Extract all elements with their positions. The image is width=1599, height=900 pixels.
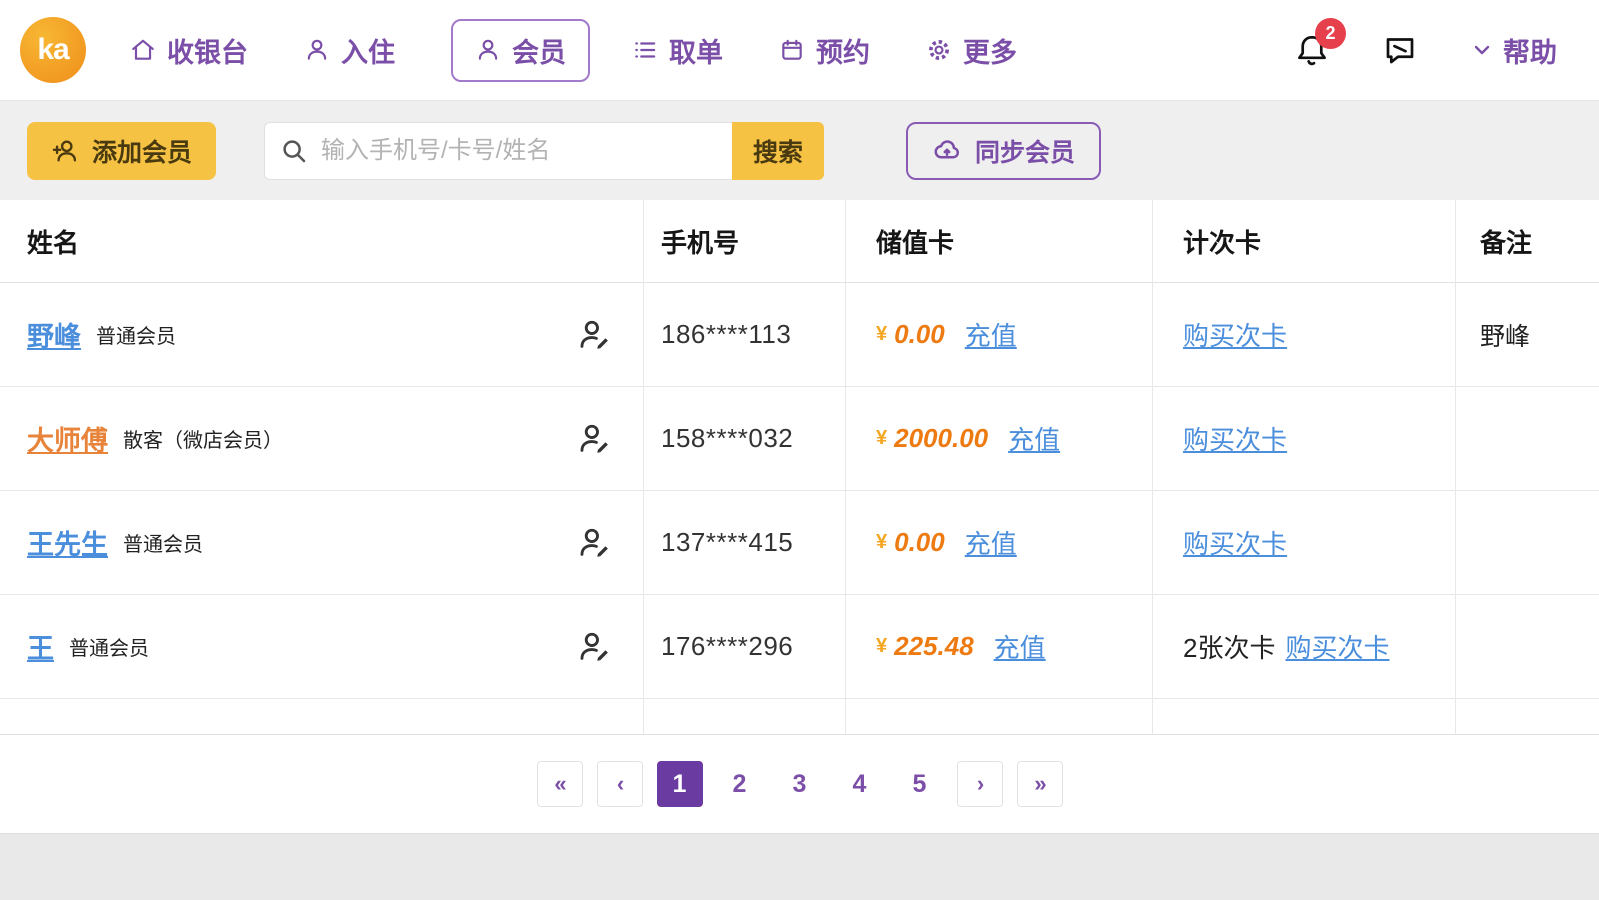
currency-symbol: ¥ xyxy=(876,323,888,345)
currency-symbol: ¥ xyxy=(876,635,888,657)
buy-times-card-link[interactable]: 购买次卡 xyxy=(1183,420,1287,457)
edit-member-icon[interactable] xyxy=(577,526,611,560)
member-name-link[interactable]: 王 xyxy=(27,627,54,666)
member-type-label: 散客（微店会员） xyxy=(123,430,283,452)
currency-symbol: ¥ xyxy=(876,531,888,553)
sync-members-button[interactable]: 同步会员 xyxy=(906,121,1102,180)
home-icon xyxy=(130,37,156,63)
list-icon xyxy=(632,37,658,63)
person-add-icon xyxy=(51,137,79,165)
member-name-link[interactable]: 王先生 xyxy=(27,523,108,562)
help-label: 帮助 xyxy=(1503,37,1557,68)
notifications-button[interactable]: 2 xyxy=(1294,18,1346,68)
stored-value-amount: 225.48 xyxy=(894,631,974,661)
brand-logo[interactable]: ka xyxy=(20,17,86,83)
search-box xyxy=(264,121,733,180)
buy-times-card-link[interactable]: 购买次卡 xyxy=(1285,628,1389,665)
nav-item-cashier[interactable]: 收银台 xyxy=(130,31,248,70)
edit-member-icon[interactable] xyxy=(577,422,611,456)
recharge-link[interactable]: 充值 xyxy=(994,628,1046,665)
member-name-link[interactable]: 野峰 xyxy=(27,315,81,354)
member-name-link[interactable]: 大师傅 xyxy=(27,419,108,458)
member-note: 野峰 xyxy=(1480,322,1531,351)
nav-item-checkin[interactable]: 入住 xyxy=(304,31,395,70)
person-icon xyxy=(304,37,330,63)
table-row-partial xyxy=(0,699,1599,735)
member-phone: 158****032 xyxy=(661,423,794,453)
recharge-link[interactable]: 充值 xyxy=(965,316,1017,353)
nav-item-more[interactable]: 更多 xyxy=(926,31,1017,70)
stored-value-amount: 2000.00 xyxy=(894,423,989,453)
pagination-page-3[interactable]: 3 xyxy=(776,761,823,807)
table-row: 王先生 普通会员 137****415 ¥ 0.00 充值 购买次卡 xyxy=(0,491,1599,595)
nav-item-label: 收银台 xyxy=(167,37,248,68)
member-type-label: 普通会员 xyxy=(69,638,149,660)
stored-value-amount: 0.00 xyxy=(894,319,945,349)
member-phone: 176****296 xyxy=(661,631,794,661)
header-note: 备注 xyxy=(1455,200,1599,282)
search-button[interactable]: 搜索 xyxy=(732,121,825,180)
currency-symbol: ¥ xyxy=(876,427,888,449)
nav-item-label: 更多 xyxy=(963,37,1017,68)
add-member-label: 添加会员 xyxy=(92,138,193,167)
nav-item-members[interactable]: 会员 xyxy=(451,18,590,82)
header-name: 姓名 xyxy=(27,227,80,258)
add-member-button[interactable]: 添加会员 xyxy=(27,121,217,180)
search-input[interactable] xyxy=(319,135,719,166)
member-type-label: 普通会员 xyxy=(96,326,176,348)
chat-icon xyxy=(1382,32,1418,68)
calendar-icon xyxy=(779,37,805,63)
top-navigation: ka 收银台 入住 会员 取单 预约 更多 2 帮助 xyxy=(0,0,1599,100)
member-type-label: 普通会员 xyxy=(123,534,203,556)
recharge-link[interactable]: 充值 xyxy=(965,524,1017,561)
search-icon xyxy=(279,136,309,166)
person-icon xyxy=(475,37,501,63)
notification-badge: 2 xyxy=(1315,18,1346,49)
member-toolbar: 添加会员 搜索 同步会员 xyxy=(0,100,1599,200)
gear-icon xyxy=(926,37,952,63)
times-card-count: 2张次卡 xyxy=(1183,633,1276,663)
pagination-page-2[interactable]: 2 xyxy=(716,761,763,807)
member-phone: 186****113 xyxy=(661,319,792,349)
pagination-last-button[interactable]: » xyxy=(1016,761,1063,807)
recharge-link[interactable]: 充值 xyxy=(1008,420,1060,457)
nav-item-label: 入住 xyxy=(341,37,395,68)
nav-item-orders[interactable]: 取单 xyxy=(632,31,723,70)
member-search: 搜索 xyxy=(264,121,825,180)
topnav-right: 2 帮助 xyxy=(1294,18,1557,70)
stored-value-amount: 0.00 xyxy=(894,527,945,557)
edit-member-icon[interactable] xyxy=(577,630,611,664)
table-row: 野峰 普通会员 186****113 ¥ 0.00 充值 购买次卡 野峰 xyxy=(0,283,1599,387)
nav-item-label: 预约 xyxy=(816,37,870,68)
members-table-header: 姓名 手机号 储值卡 计次卡 备注 xyxy=(0,200,1599,283)
pagination-page-1[interactable]: 1 xyxy=(656,761,703,807)
table-row: 王 普通会员 176****296 ¥ 225.48 充值 2张次卡 购买次卡 xyxy=(0,595,1599,699)
nav-item-label: 会员 xyxy=(512,37,566,68)
pagination: « ‹ 1 2 3 4 5 › » xyxy=(0,735,1599,833)
help-menu[interactable]: 帮助 xyxy=(1470,31,1557,70)
edit-member-icon[interactable] xyxy=(577,318,611,352)
footer-strip xyxy=(0,833,1599,900)
messages-button[interactable] xyxy=(1382,32,1418,68)
table-row: 大师傅 散客（微店会员） 158****032 ¥ 2000.00 充值 购买次… xyxy=(0,387,1599,491)
cloud-sync-icon xyxy=(932,136,962,166)
header-times-card: 计次卡 xyxy=(1152,200,1455,282)
buy-times-card-link[interactable]: 购买次卡 xyxy=(1183,316,1287,353)
member-phone: 137****415 xyxy=(661,527,794,557)
pagination-first-button[interactable]: « xyxy=(536,761,583,807)
header-stored-card: 储值卡 xyxy=(845,200,1152,282)
buy-times-card-link[interactable]: 购买次卡 xyxy=(1183,524,1287,561)
header-phone: 手机号 xyxy=(643,200,845,282)
nav-item-reservations[interactable]: 预约 xyxy=(779,31,870,70)
nav-item-label: 取单 xyxy=(669,37,723,68)
sync-members-label: 同步会员 xyxy=(975,138,1076,167)
pagination-prev-button[interactable]: ‹ xyxy=(596,761,643,807)
pagination-next-button[interactable]: › xyxy=(956,761,1003,807)
pagination-page-5[interactable]: 5 xyxy=(896,761,943,807)
pagination-page-4[interactable]: 4 xyxy=(836,761,883,807)
chevron-down-icon xyxy=(1470,38,1494,62)
